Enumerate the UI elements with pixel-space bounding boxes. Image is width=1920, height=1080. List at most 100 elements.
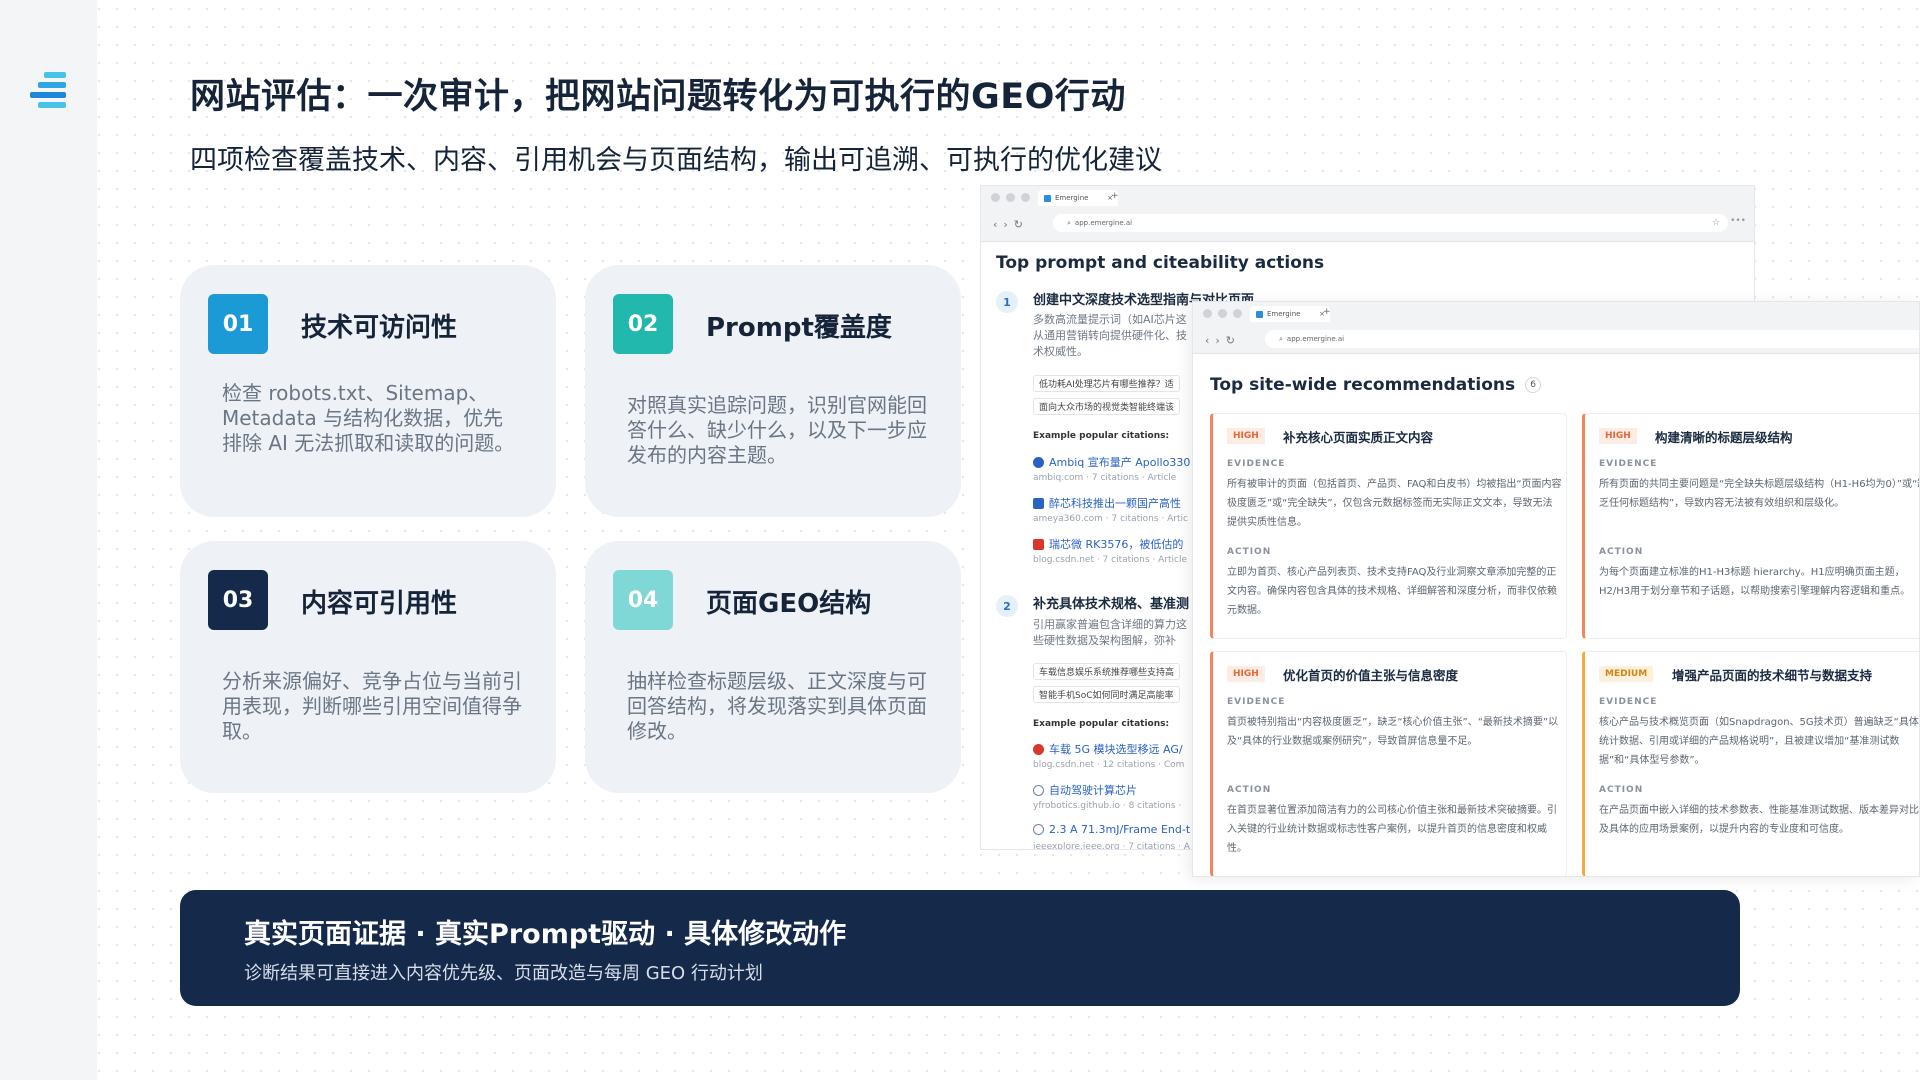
tab-label: Emergine [1267,310,1301,318]
card-title: Prompt覆盖度 [706,313,892,343]
card-number: 01 [208,294,268,354]
card-number: 04 [613,570,673,630]
card-title: 技术可访问性 [301,313,458,343]
favicon-icon [1256,310,1263,318]
citations-label: Example popular citations: [1033,431,1170,441]
action-text: 为每个页面建立标准的H1-H3标题 hierarchy。H1应明确页面主题，H2… [1599,567,1911,597]
item-title[interactable]: 补充具体技术规格、基准测 [1033,593,1189,612]
action-label: ACTION [1227,785,1272,795]
url-text: app.emergine.ai [1074,219,1133,227]
recommendation-title: 增强产品页面的技术细节与数据支持 [1672,668,1873,683]
browser-tab[interactable]: Emergine × [1038,190,1118,206]
action-text: 在首页显著位置添加简洁有力的公司核心价值主张和最新技术突破摘要。引入关键的行业统… [1227,805,1557,854]
citation-link[interactable]: 醉芯科技推出一颗国产高性 [1033,495,1181,511]
card-description: 对照真实追踪问题，识别官网能回答什么、缺少什么，以及下一步应发布的内容主题。 [627,393,927,467]
site-icon [1033,538,1044,550]
evidence-text: 所有被审计的页面（包括首页、产品页、FAQ和白皮书）均被指出“页面内容极度匮乏”… [1227,479,1562,528]
prompt-chip[interactable]: 面向大众市场的视觉类智能终端该 [1033,398,1181,415]
summary-banner: 真实页面证据 · 真实Prompt驱动 · 具体修改动作 诊断结果可直接进入内容… [180,890,1740,1006]
globe-icon [1033,784,1044,796]
browser-chrome: Emergine × + ‹›↻ ⌕ app.emergine.ai ☆ ••• [981,186,1754,242]
recommendation-title: 补充核心页面实质正文内容 [1283,430,1434,445]
search-icon: ⌕ [1279,334,1283,343]
favicon-icon [1044,194,1051,202]
globe-icon [1033,824,1044,835]
citation-link[interactable]: 瑞芯微 RK3576，被低估的 [1033,536,1183,552]
action-text: 在产品页面中嵌入详细的技术参数表、性能基准测试数据、版本差异对比以及具体的应用场… [1599,805,1920,835]
evidence-label: EVIDENCE [1599,459,1658,469]
card-number: 03 [208,570,268,630]
star-icon[interactable]: ☆ [1712,218,1720,228]
browser-tab[interactable]: Emergine × [1250,306,1330,322]
item-description: 引用赢家普遍包含详细的算力这些硬性数据及架构图解，弥补 [1033,618,1187,647]
card-technical-access: 01 技术可访问性 检查 robots.txt、Sitemap、Metadata… [180,265,556,517]
browser-chrome: Emergine × + ‹›↻ ⌕ app.emergine.ai [1193,302,1919,354]
card-content-citeability: 03 内容可引用性 分析来源偏好、竞争占位与当前引用表现，判断哪些引用空间值得争… [180,541,556,793]
count-badge: 6 [1525,377,1542,393]
citation-meta: blog.csdn.net · 7 citations · Article [1033,555,1188,565]
recommendation-card[interactable]: HIGH 补充核心页面实质正文内容 EVIDENCE 所有被审计的页面（包括首页… [1210,413,1567,639]
recommendation-card[interactable]: HIGH 优化首页的价值主张与信息密度 EVIDENCE 首页被特别指出“内容极… [1210,651,1567,876]
citation-meta: ameya360.com · 7 citations · Artic [1033,514,1188,524]
prompt-chip[interactable]: 低功耗AI处理芯片有哪些推荐？适 [1033,375,1180,392]
card-title: 页面GEO结构 [706,589,872,619]
citation-meta: ieeexplore.ieee.org · 7 citations · A [1033,842,1190,850]
card-number: 02 [613,294,673,354]
recommendation-card[interactable]: MEDIUM 增强产品页面的技术细节与数据支持 EVIDENCE 核心产品与技术… [1582,651,1920,876]
evidence-text: 首页被特别指出“内容极度匮乏”，缺乏“核心价值主张”、“最新技术摘要”以及“具体… [1227,717,1559,747]
citation-meta: blog.csdn.net · 12 citations · Com [1033,760,1185,770]
new-tab-icon[interactable]: + [1323,307,1331,317]
banner-title: 真实页面证据 · 真实Prompt驱动 · 具体修改动作 [244,919,847,950]
logo-icon [30,72,68,108]
card-description: 抽样检查标题层级、正文深度与可回答结构，将发现落实到具体页面修改。 [627,669,927,743]
prompt-chip[interactable]: 智能手机SoC如何同时满足高能率 [1033,686,1180,703]
citation-link[interactable]: 自动驾驶计算芯片 [1033,782,1137,798]
banner-subtitle: 诊断结果可直接进入内容优先级、页面改造与每周 GEO 行动计划 [244,963,763,984]
recommendation-title: 优化首页的价值主张与信息密度 [1283,668,1459,683]
item-number: 2 [996,595,1018,617]
card-prompt-coverage: 02 Prompt覆盖度 对照真实追踪问题，识别官网能回答什么、缺少什么，以及下… [585,265,961,517]
panel-title: Top site-wide recommendations 6 [1210,375,1542,395]
action-label: ACTION [1599,547,1644,557]
recommendation-title: 构建清晰的标题层级结构 [1655,430,1793,445]
site-icon [1033,497,1044,509]
priority-badge: HIGH [1599,428,1637,444]
item-description: 多数高流量提示词（如AI芯片这从通用营销转向提供硬件化、技术权威性。 [1033,313,1187,358]
prompt-chip[interactable]: 车载信息娱乐系统推荐哪些支持高 [1033,663,1181,680]
url-text: app.emergine.ai [1286,335,1345,343]
page-title: 网站评估：一次审计，把网站问题转化为可执行的GEO行动 [190,77,1126,117]
tab-label: Emergine [1055,194,1089,202]
browser-window-site-recommendations: Emergine × + ‹›↻ ⌕ app.emergine.ai Top sit… [1192,301,1920,877]
window-controls[interactable] [1203,309,1242,318]
site-icon [1033,743,1044,755]
panel-title: Top prompt and citeability actions [996,253,1325,273]
action-label: ACTION [1227,547,1272,557]
action-text: 立即为首页、核心产品列表页、技术支持FAQ及行业洞察文章添加完整的正文内容。确保… [1227,567,1557,616]
search-icon: ⌕ [1067,218,1071,227]
citation-link[interactable]: 2.3 A 71.3mJ/Frame End-t [1033,823,1190,836]
citations-label: Example popular citations: [1033,719,1170,729]
citation-meta: ambiq.com · 7 citations · Article [1033,473,1177,483]
sidebar [0,0,97,1080]
citation-meta: yfrobotics.github.io · 8 citations · [1033,801,1182,811]
window-controls[interactable] [991,193,1030,202]
evidence-text: 核心产品与技术概览页面（如Snapdragon、5G技术页）普遍缺乏“具体的统计… [1599,717,1920,766]
more-icon[interactable]: ••• [1730,216,1746,226]
nav-buttons[interactable]: ‹›↻ [1205,334,1241,347]
action-label: ACTION [1599,785,1644,795]
item-number: 1 [996,291,1018,313]
site-icon [1033,456,1044,468]
citation-link[interactable]: 车载 5G 模块选型移远 AG/ [1033,741,1183,757]
address-bar[interactable]: ⌕ app.emergine.ai ☆ [1053,214,1728,232]
card-description: 检查 robots.txt、Sitemap、Metadata 与结构化数据，优先… [222,381,515,455]
recommendation-card[interactable]: HIGH 构建清晰的标题层级结构 EVIDENCE 所有页面的共同主要问题是“完… [1582,413,1919,639]
priority-badge: HIGH [1227,666,1265,682]
evidence-label: EVIDENCE [1227,697,1286,707]
address-bar[interactable]: ⌕ app.emergine.ai [1265,330,1919,348]
nav-buttons[interactable]: ‹›↻ [993,218,1029,231]
citation-link[interactable]: Ambiq 宣布量产 Apollo330 [1033,454,1190,470]
priority-badge: MEDIUM [1599,666,1654,682]
evidence-label: EVIDENCE [1599,697,1658,707]
new-tab-icon[interactable]: + [1111,191,1119,201]
page-subtitle: 四项检查覆盖技术、内容、引用机会与页面结构，输出可追溯、可执行的优化建议 [190,145,1162,176]
